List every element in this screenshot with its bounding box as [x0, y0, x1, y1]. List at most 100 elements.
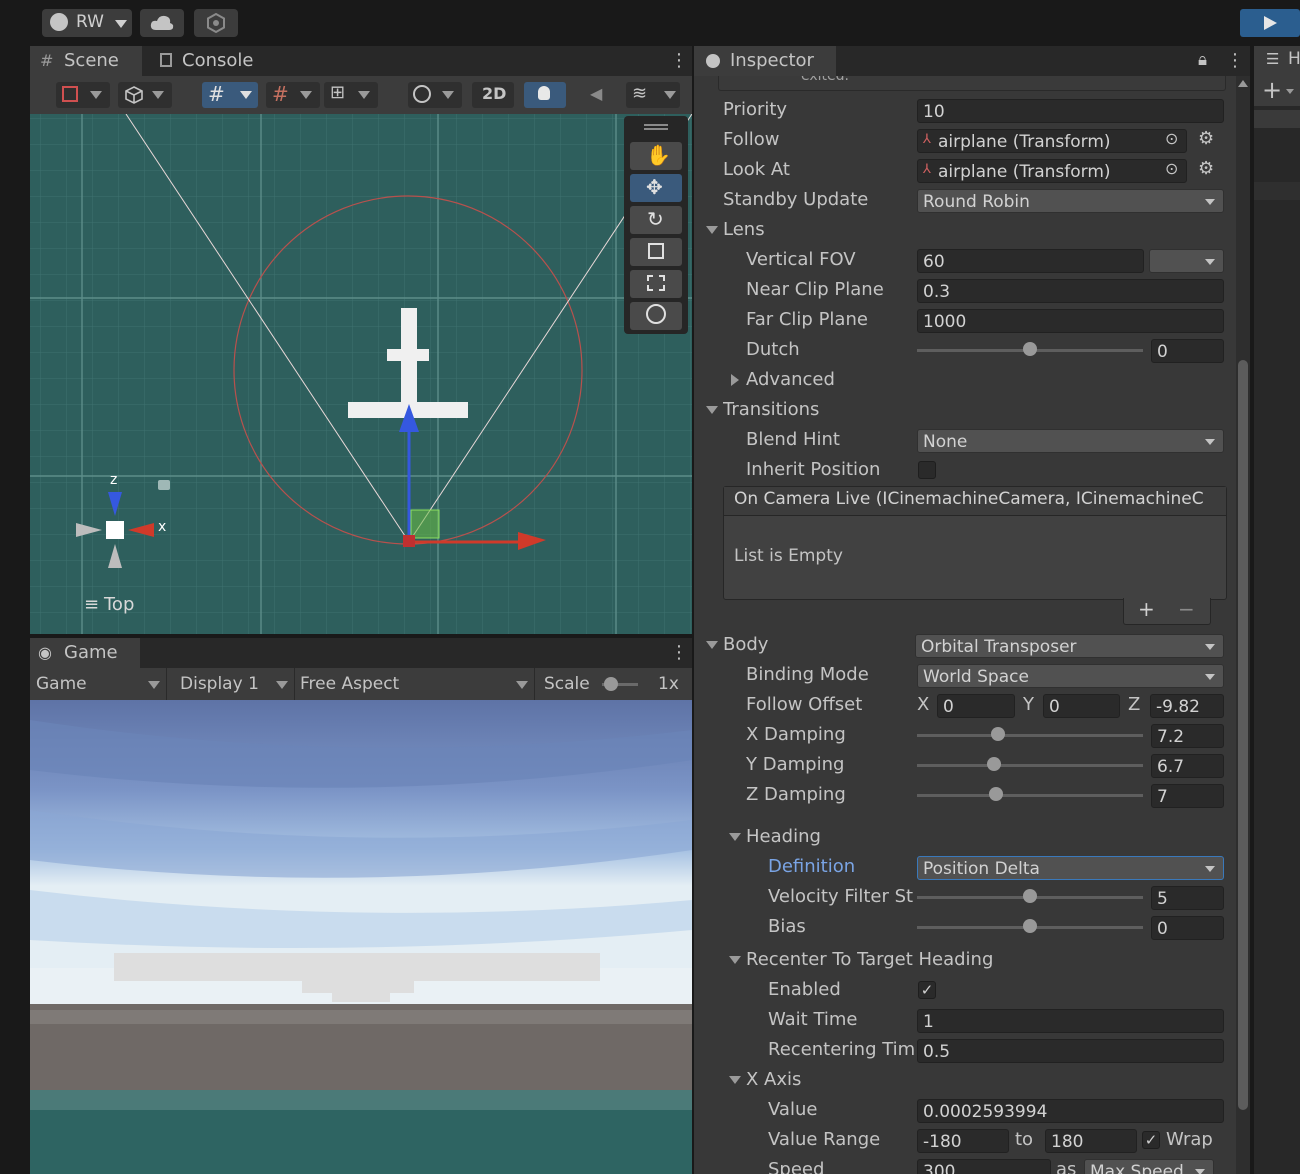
lock-icon[interactable]: 🔒︎: [1198, 50, 1207, 70]
hamburger-icon[interactable]: ≡: [84, 594, 99, 615]
transitions-foldout[interactable]: Transitions: [694, 395, 1234, 425]
add-icon[interactable]: +: [1262, 76, 1282, 104]
body-dropdown[interactable]: Orbital Transposer: [915, 634, 1224, 658]
plane-handle[interactable]: [410, 509, 440, 539]
value-field[interactable]: 0.0002593994: [917, 1099, 1224, 1123]
tab-inspector[interactable]: Inspector: [694, 46, 836, 76]
draw-mode-dropdown[interactable]: [56, 82, 110, 108]
game-viewport[interactable]: [30, 700, 692, 1174]
display-dropdown[interactable]: Display 1: [180, 668, 290, 700]
gear-icon[interactable]: ⚙: [1198, 158, 1214, 179]
tab-game[interactable]: ◉ Game: [30, 638, 140, 668]
cloud-button[interactable]: [140, 9, 184, 37]
binding-mode-dropdown[interactable]: World Space: [917, 664, 1224, 688]
game-mode-dropdown[interactable]: Game: [36, 668, 162, 700]
wait-time-field[interactable]: 1: [917, 1009, 1224, 1033]
offset-z-field[interactable]: -9.82: [1150, 694, 1224, 718]
add-icon[interactable]: +: [1138, 597, 1155, 621]
range-min-field[interactable]: -180: [917, 1129, 1009, 1153]
inherit-position-checkbox[interactable]: [918, 461, 936, 479]
lock-icon[interactable]: [158, 480, 170, 490]
grid-snap-dropdown[interactable]: #: [202, 82, 258, 108]
ruler-dropdown[interactable]: ⊞: [324, 82, 378, 108]
x-axis-foldout[interactable]: X Axis: [694, 1065, 1234, 1095]
inspector-scrollbar-thumb[interactable]: [1238, 360, 1248, 1110]
transform-tool-button[interactable]: [630, 302, 682, 330]
account-dropdown[interactable]: RW: [42, 9, 132, 37]
effects-dropdown[interactable]: ≋: [626, 82, 680, 108]
fov-preset-dropdown[interactable]: [1149, 249, 1224, 273]
more-options-icon[interactable]: ⋮: [670, 642, 688, 663]
priority-field[interactable]: 10: [917, 99, 1224, 123]
x-damping-slider-knob[interactable]: [991, 727, 1006, 741]
wrap-checkbox[interactable]: ✓: [1142, 1131, 1160, 1149]
remove-icon[interactable]: −: [1178, 597, 1195, 621]
recenter-foldout[interactable]: Recenter To Target Heading: [694, 945, 1234, 975]
vertical-fov-field[interactable]: 60: [917, 249, 1144, 273]
z-damping-slider[interactable]: [917, 794, 1143, 797]
more-options-icon[interactable]: ⋮: [670, 50, 688, 71]
object-picker-icon[interactable]: ⊙: [1165, 159, 1178, 178]
dutch-slider-knob[interactable]: [1023, 342, 1037, 356]
drag-handle-icon[interactable]: [644, 124, 668, 126]
y-damping-slider-knob[interactable]: [986, 757, 1001, 771]
shading-dropdown[interactable]: [118, 82, 172, 108]
scroll-up-icon[interactable]: [1238, 80, 1248, 87]
scene-viewport[interactable]: z x ≡ Top ✋ ✥ ↻: [30, 114, 692, 634]
collab-button[interactable]: [194, 9, 238, 37]
speed-field[interactable]: 300: [917, 1159, 1051, 1174]
hierarchy-row[interactable]: [1254, 182, 1300, 200]
bias-field[interactable]: 0: [1151, 916, 1224, 940]
x-damping-field[interactable]: 7.2: [1151, 724, 1224, 748]
more-options-icon[interactable]: ⋮: [1226, 50, 1244, 71]
lighting-toggle[interactable]: [524, 82, 566, 108]
offset-y-field[interactable]: 0: [1043, 694, 1120, 718]
x-damping-slider[interactable]: [917, 734, 1143, 737]
follow-field[interactable]: airplane (Transform): [917, 129, 1187, 153]
rect-tool-button[interactable]: [630, 270, 682, 298]
scene-toolbar: # # ⊞ 2D ◀ ≋: [30, 76, 692, 114]
z-damping-slider-knob[interactable]: [989, 787, 1004, 801]
enabled-checkbox[interactable]: ✓: [918, 981, 936, 999]
play-button[interactable]: [1240, 9, 1300, 37]
tab-hierarchy[interactable]: ☰ H: [1254, 46, 1300, 76]
move-tool-button[interactable]: ✥: [630, 174, 682, 202]
bias-slider-knob[interactable]: [1023, 919, 1037, 933]
hand-tool-button[interactable]: ✋: [630, 142, 682, 170]
speed-mode-dropdown[interactable]: Max Speed: [1084, 1159, 1214, 1174]
tab-scene[interactable]: # Scene: [30, 46, 142, 76]
near-clip-field[interactable]: 0.3: [917, 279, 1224, 303]
draw-mode-icon: [62, 86, 78, 102]
y-damping-slider[interactable]: [917, 764, 1143, 767]
hierarchy-row[interactable]: [1254, 110, 1300, 128]
audio-toggle[interactable]: ◀: [582, 82, 616, 108]
blend-hint-dropdown[interactable]: None: [917, 429, 1224, 453]
velocity-filter-field[interactable]: 5: [1151, 886, 1224, 910]
far-clip-field[interactable]: 1000: [917, 309, 1224, 333]
scale-tool-button[interactable]: [630, 238, 682, 266]
gear-icon[interactable]: ⚙: [1198, 128, 1214, 149]
render-mode-dropdown[interactable]: [408, 82, 462, 108]
definition-dropdown[interactable]: Position Delta: [917, 856, 1224, 880]
y-damping-field[interactable]: 6.7: [1151, 754, 1224, 778]
z-damping-field[interactable]: 7: [1151, 784, 1224, 808]
rotate-tool-button[interactable]: ↻: [630, 206, 682, 234]
velocity-filter-slider-knob[interactable]: [1023, 889, 1037, 903]
advanced-foldout[interactable]: Advanced: [694, 365, 1234, 395]
range-max-field[interactable]: 180: [1045, 1129, 1137, 1153]
foldout-expanded-icon[interactable]: [706, 641, 718, 649]
view-label[interactable]: Top: [104, 594, 134, 615]
scale-slider-knob[interactable]: [604, 677, 618, 691]
mode-2d-button[interactable]: 2D: [472, 82, 514, 108]
recentering-time-field[interactable]: 0.5: [917, 1039, 1224, 1063]
object-picker-icon[interactable]: ⊙: [1165, 129, 1178, 148]
heading-foldout[interactable]: Heading: [694, 822, 1234, 852]
offset-x-field[interactable]: 0: [937, 694, 1015, 718]
look-at-field[interactable]: airplane (Transform): [917, 159, 1187, 183]
dutch-field[interactable]: 0: [1151, 339, 1224, 363]
aspect-dropdown[interactable]: Free Aspect: [300, 668, 530, 700]
standby-update-dropdown[interactable]: Round Robin: [917, 189, 1224, 213]
tab-console[interactable]: Console: [150, 46, 276, 76]
increment-snap-dropdown[interactable]: #: [266, 82, 320, 108]
lens-foldout[interactable]: Lens: [694, 215, 1234, 245]
